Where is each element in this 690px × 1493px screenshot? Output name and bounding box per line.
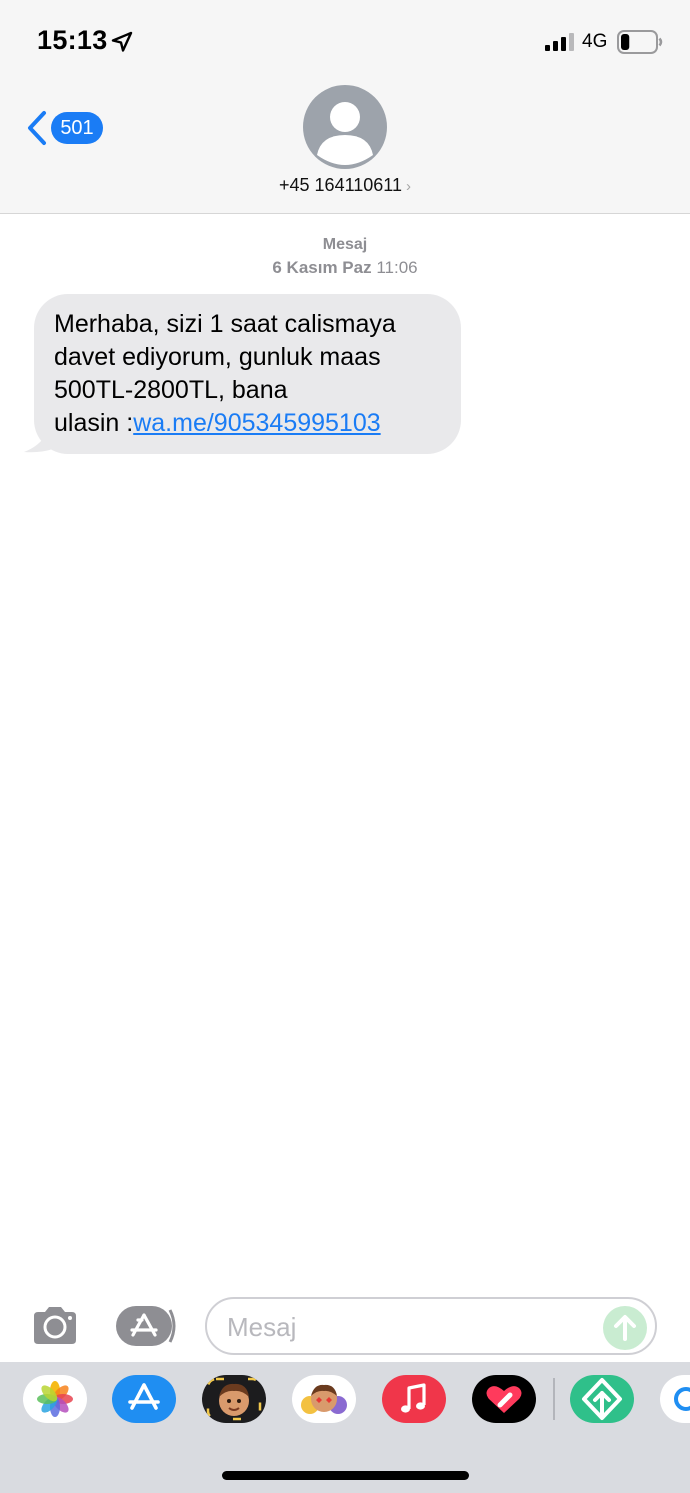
message-time: 11:06 bbox=[376, 258, 418, 277]
chevron-right-icon: › bbox=[405, 178, 411, 195]
home-indicator bbox=[222, 1471, 469, 1480]
message-field[interactable] bbox=[205, 1297, 657, 1355]
service-label: Mesaj bbox=[322, 236, 368, 253]
location-arrow-icon bbox=[111, 31, 133, 52]
unread-count-badge: 501 bbox=[51, 112, 103, 144]
nav-header: 15:13 4G 501 +45 164110611 › bbox=[0, 0, 690, 214]
message-text: Merhaba, sizi 1 saat calismaya davet edi… bbox=[54, 308, 441, 440]
contact-number: +45 164110611 bbox=[279, 175, 402, 195]
incoming-message[interactable]: Merhaba, sizi 1 saat calismaya davet edi… bbox=[24, 294, 464, 456]
status-time: 15:13 bbox=[37, 25, 108, 55]
green-app-icon[interactable] bbox=[570, 1375, 634, 1423]
message-timestamp: 6 Kasım Paz 11:06 bbox=[0, 258, 690, 278]
person-silhouette-icon bbox=[317, 102, 373, 165]
message-input[interactable] bbox=[227, 1309, 587, 1345]
send-button[interactable] bbox=[603, 1306, 647, 1350]
memoji-icon[interactable] bbox=[202, 1375, 266, 1423]
digital-touch-icon[interactable] bbox=[472, 1375, 536, 1423]
message-bubble: Merhaba, sizi 1 saat calismaya davet edi… bbox=[34, 294, 461, 454]
photos-icon[interactable] bbox=[23, 1375, 87, 1423]
contact-details-link[interactable]: +45 164110611 › bbox=[0, 175, 690, 196]
signal-bars-icon bbox=[545, 33, 574, 51]
arrow-up-icon bbox=[614, 1315, 636, 1341]
contact-avatar[interactable] bbox=[303, 85, 387, 169]
animoji-stickers-icon[interactable] bbox=[292, 1375, 356, 1423]
message-link[interactable]: wa.me/905345995103 bbox=[133, 409, 380, 437]
battery-icon bbox=[617, 30, 663, 54]
drawer-divider bbox=[553, 1378, 555, 1420]
music-icon[interactable] bbox=[382, 1375, 446, 1423]
network-type: 4G bbox=[582, 31, 608, 52]
message-date: 6 Kasım Paz bbox=[272, 258, 372, 277]
camera-icon[interactable] bbox=[30, 1306, 80, 1346]
app-store-drawer-icon[interactable] bbox=[112, 1375, 176, 1423]
app-store-icon[interactable] bbox=[116, 1306, 178, 1346]
back-button[interactable]: 501 bbox=[26, 108, 106, 148]
chevron-left-icon bbox=[28, 111, 46, 145]
